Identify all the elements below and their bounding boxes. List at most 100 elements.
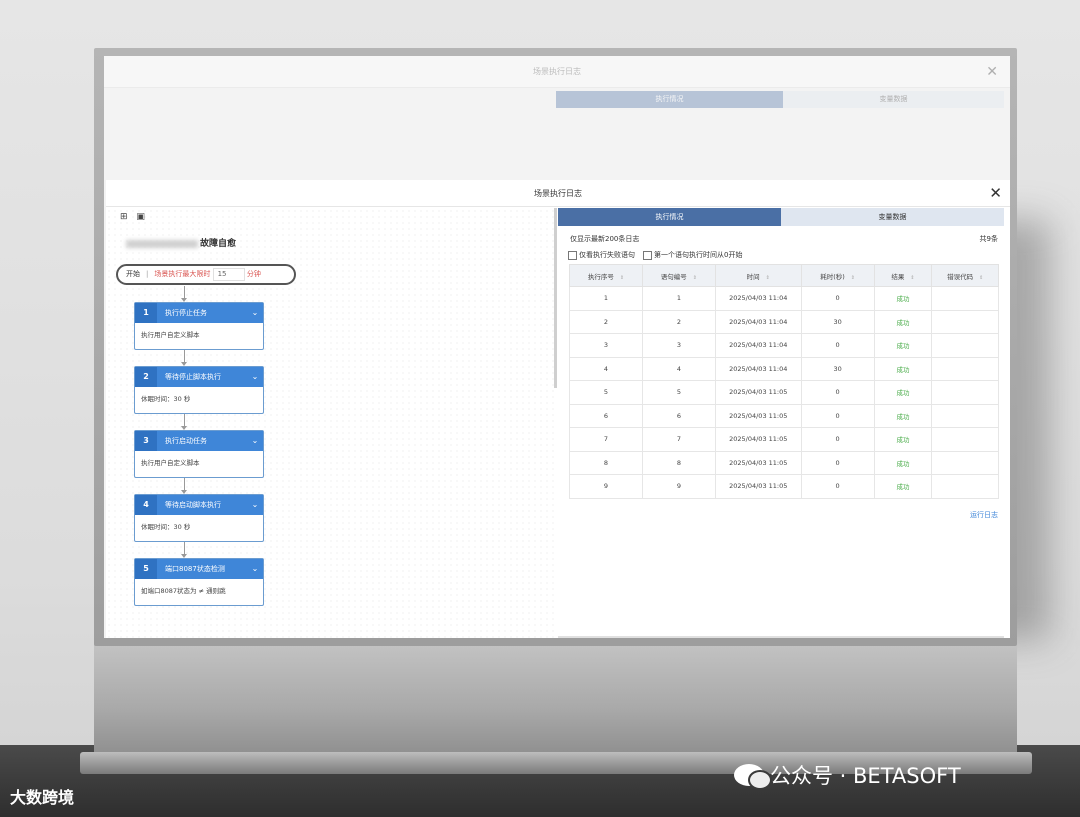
log-panel: 执行情况 变量数据 仅显示最新200条日志 共9条 仅看执行失败语句 第一个语句… <box>558 208 1004 638</box>
table-cell: 成功 <box>873 427 933 452</box>
table-cell: 4 <box>641 356 716 381</box>
flow-canvas[interactable]: ⊞ ▣ 故障自愈 开始 | 场景执行最大限时 15 分钟 1 执行停止任务 ⌄ 执行… <box>106 208 554 638</box>
timeout-input[interactable]: 15 <box>212 267 245 281</box>
table-row[interactable]: 8 8 2025/04/03 11:05 0 成功 <box>569 450 999 475</box>
table-cell: 成功 <box>873 333 933 358</box>
flow-step-2[interactable]: 2 等待停止脚本执行 ⌄ 休眠时间：30 秒 <box>134 366 264 414</box>
table-cell: 1 <box>641 286 716 311</box>
table-cell: 成功 <box>873 403 933 428</box>
monitor-stand <box>94 640 1017 755</box>
table-cell: 成功 <box>873 380 933 405</box>
table-cell <box>931 309 999 334</box>
table-cell: 6 <box>641 403 716 428</box>
step-header: 3 执行启动任务 ⌄ <box>135 431 263 451</box>
table-cell: 2025/04/03 11:05 <box>714 403 802 428</box>
run-log-link[interactable]: 运行日志 <box>970 510 998 520</box>
table-cell: 0 <box>800 333 875 358</box>
step-header: 5 端口8087状态检测 ⌄ <box>135 559 263 579</box>
table-cell: 9 <box>641 474 716 499</box>
dialog-title: 场景执行日志 <box>534 189 582 198</box>
background-dialog: 场景执行日志 ✕ 执行情况 变量数据 <box>104 56 1010 186</box>
table-cell: 成功 <box>873 286 933 311</box>
watermark-right-text: 公众号 · BETASOFT <box>770 764 961 788</box>
timeout-unit: 分钟 <box>246 270 261 278</box>
step-title: 执行停止任务 <box>165 309 207 317</box>
screen: 场景执行日志 ✕ 执行情况 变量数据 场景执行日志 ✕ ⊞ ▣ 故障自愈 开始 |… <box>104 56 1010 638</box>
table-cell: 8 <box>641 450 716 475</box>
checkbox-box[interactable] <box>643 250 652 260</box>
copy-icon[interactable]: ▣ <box>136 212 145 222</box>
table-row[interactable]: 7 7 2025/04/03 11:05 0 成功 <box>569 427 999 452</box>
watermark-left: 大数跨境 <box>10 788 75 807</box>
column-header[interactable]: 执行序号 ⇕ <box>569 264 643 287</box>
table-cell: 0 <box>800 403 875 428</box>
sort-icon: ⇕ <box>692 274 697 281</box>
background-dialog-title: 场景执行日志 <box>104 56 1010 88</box>
table-row[interactable]: 5 5 2025/04/03 11:05 0 成功 <box>569 380 999 405</box>
table-cell: 0 <box>800 474 875 499</box>
tab-bar: 执行情况 变量数据 <box>558 208 1004 226</box>
chevron-down-icon[interactable]: ⌄ <box>247 431 263 451</box>
column-header[interactable]: 结果 ⇕ <box>873 264 933 287</box>
table-cell: 9 <box>569 474 643 499</box>
flow-step-5[interactable]: 5 端口8087状态检测 ⌄ 如端口8087状态为 ≠ 通则跳 <box>134 558 264 606</box>
table-row[interactable]: 2 2 2025/04/03 11:04 30 成功 <box>569 309 999 334</box>
checkbox-box[interactable] <box>568 250 577 260</box>
step-title: 等待停止脚本执行 <box>165 373 221 381</box>
step-number: 1 <box>135 303 157 323</box>
chevron-down-icon[interactable]: ⌄ <box>247 495 263 515</box>
start-node[interactable]: 开始 | 场景执行最大限时 15 分钟 <box>116 264 296 285</box>
chevron-down-icon[interactable]: ⌄ <box>247 303 263 323</box>
vertical-scrollbar[interactable] <box>554 208 557 388</box>
info-text: 仅显示最新200条日志 <box>570 235 640 243</box>
column-header[interactable]: 耗时(秒) ⇕ <box>800 264 875 287</box>
table-cell <box>931 380 999 405</box>
start-label: 开始 <box>126 270 140 278</box>
info-row: 仅显示最新200条日志 共9条 <box>558 226 1004 244</box>
table-cell: 2025/04/03 11:05 <box>714 427 802 452</box>
background-close-icon: ✕ <box>986 64 998 80</box>
column-header[interactable]: 错误代码 ⇕ <box>931 264 999 287</box>
table-cell: 成功 <box>873 309 933 334</box>
flow-step-4[interactable]: 4 等待启动脚本执行 ⌄ 休眠时间：30 秒 <box>134 494 264 542</box>
flow-step-1[interactable]: 1 执行停止任务 ⌄ 执行用户自定义脚本 <box>134 302 264 350</box>
chevron-down-icon[interactable]: ⌄ <box>247 559 263 579</box>
wechat-icon <box>734 764 772 790</box>
table-cell: 成功 <box>873 450 933 475</box>
zero-start-checkbox[interactable]: 第一个语句执行时间从0开始 <box>643 250 742 260</box>
table-cell: 4 <box>569 356 643 381</box>
column-header[interactable]: 时间 ⇕ <box>714 264 802 287</box>
failed-only-checkbox[interactable]: 仅看执行失败语句 <box>568 250 635 260</box>
table-row[interactable]: 1 1 2025/04/03 11:04 0 成功 <box>569 286 999 311</box>
step-description: 休眠时间：30 秒 <box>141 523 191 531</box>
horizontal-scrollbar[interactable] <box>558 636 1004 638</box>
timeout-label: 场景执行最大限时 <box>154 270 211 278</box>
table-cell: 成功 <box>873 474 933 499</box>
table-row[interactable]: 3 3 2025/04/03 11:04 0 成功 <box>569 333 999 358</box>
table-cell <box>931 333 999 358</box>
table-cell: 5 <box>569 380 643 405</box>
step-description: 休眠时间：30 秒 <box>141 395 191 403</box>
table-row[interactable]: 4 4 2025/04/03 11:04 30 成功 <box>569 356 999 381</box>
chevron-down-icon[interactable]: ⌄ <box>247 367 263 387</box>
table-body: 1 1 2025/04/03 11:04 0 成功 2 2 2025/04/03 11:04 3… <box>569 286 999 499</box>
flow-step-3[interactable]: 3 执行启动任务 ⌄ 执行用户自定义脚本 <box>134 430 264 478</box>
column-header[interactable]: 语句编号 ⇕ <box>641 264 716 287</box>
step-number: 3 <box>135 431 157 451</box>
table-cell: 3 <box>569 333 643 358</box>
table-cell: 5 <box>641 380 716 405</box>
total-count: 共9条 <box>979 235 998 243</box>
table-cell: 30 <box>800 309 875 334</box>
table-cell <box>931 403 999 428</box>
table-row[interactable]: 9 9 2025/04/03 11:05 0 成功 <box>569 474 999 499</box>
step-header: 1 执行停止任务 ⌄ <box>135 303 263 323</box>
layout-icon[interactable]: ⊞ <box>120 212 128 222</box>
table-cell <box>931 356 999 381</box>
table-row[interactable]: 6 6 2025/04/03 11:05 0 成功 <box>569 403 999 428</box>
scene-log-dialog: 场景执行日志 ✕ ⊞ ▣ 故障自愈 开始 | 场景执行最大限时 15 分钟 1 执行 <box>106 180 1010 638</box>
close-icon[interactable]: ✕ <box>989 184 1002 202</box>
tab-execution[interactable]: 执行情况 <box>558 208 781 226</box>
step-title: 端口8087状态检测 <box>165 565 225 573</box>
tab-variables[interactable]: 变量数据 <box>781 208 1004 226</box>
execution-table: 执行序号 ⇕ 语句编号 ⇕ 时间 ⇕ 耗时(秒) ⇕ 结果 ⇕ 错误代码 ⇕ 1 1 2025/… <box>569 264 999 499</box>
